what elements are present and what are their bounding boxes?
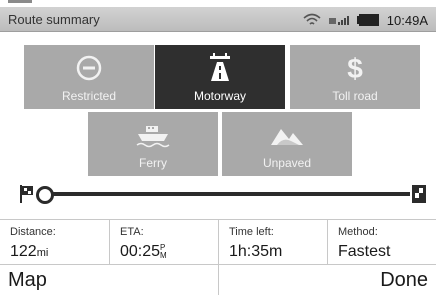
route-track — [50, 192, 410, 196]
no-entry-icon — [71, 52, 107, 84]
top-tick — [8, 0, 32, 3]
method-label: Method: — [338, 226, 378, 238]
battery-icon — [356, 14, 379, 26]
tile-toll-road[interactable]: $ Toll road — [290, 45, 420, 109]
wifi-icon — [303, 13, 321, 25]
done-button[interactable]: Done — [218, 265, 436, 295]
time-left-field: Time left: 1h:35m — [218, 220, 327, 265]
time-left-value: 1h:35m — [229, 243, 283, 260]
motorway-icon — [202, 52, 238, 84]
tile-label: Toll road — [332, 89, 378, 103]
distance-field: Distance: 122mi — [0, 220, 109, 265]
distance-value: 122mi — [10, 243, 49, 260]
svg-text:$: $ — [347, 53, 363, 83]
start-flag-icon — [20, 185, 33, 203]
screen-title: Route summary — [8, 12, 100, 27]
time-left-label: Time left: — [229, 226, 274, 238]
dollar-icon: $ — [337, 52, 373, 84]
tile-unpaved[interactable]: Unpaved — [222, 112, 352, 176]
route-progress-bar — [0, 178, 436, 210]
tile-label: Motorway — [193, 89, 246, 103]
bottom-bar: Map Done — [0, 264, 436, 295]
eta-value: 00:25 P M — [120, 243, 167, 260]
tile-label: Ferry — [139, 156, 167, 170]
tile-ferry[interactable]: Ferry — [88, 112, 218, 176]
finish-flag-icon — [412, 185, 426, 203]
method-field[interactable]: Method: Fastest — [327, 220, 436, 265]
tile-label: Unpaved — [262, 156, 312, 170]
ferry-icon — [135, 119, 171, 151]
unpaved-icon — [269, 119, 305, 151]
status-bar: Route summary 10:49A — [0, 7, 436, 32]
eta-field: ETA: 00:25 P M — [109, 220, 218, 265]
tile-motorway[interactable]: Motorway — [155, 45, 285, 109]
tile-label: Restricted — [61, 89, 117, 103]
map-button[interactable]: Map — [0, 265, 218, 295]
top-strip — [0, 0, 436, 7]
distance-label: Distance: — [10, 226, 56, 238]
signal-icon — [328, 16, 349, 25]
status-icons: 10:49A — [303, 10, 428, 30]
method-value: Fastest — [338, 243, 391, 260]
route-info: Distance: 122mi ETA: 00:25 P M Time left: … — [0, 219, 436, 265]
progress-marker[interactable] — [36, 186, 54, 204]
eta-label: ETA: — [120, 226, 144, 238]
clock: 10:49A — [386, 12, 428, 28]
tile-restricted[interactable]: Restricted — [24, 45, 154, 109]
avoid-options-panel: Restricted Motorway $ Toll road Ferry Un… — [0, 33, 436, 178]
